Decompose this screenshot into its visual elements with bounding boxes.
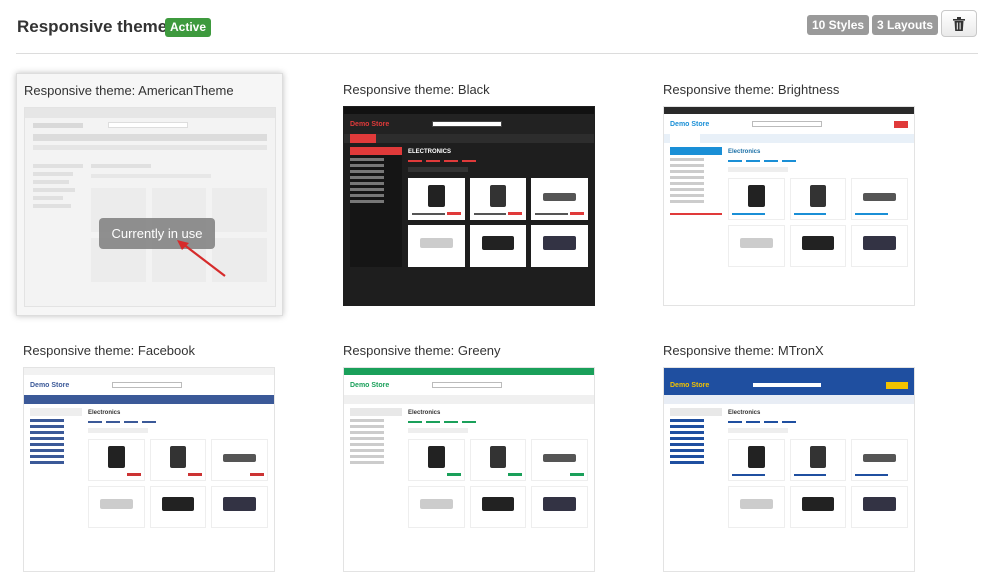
theme-card-greeny[interactable]: Responsive theme: Greeny Demo Store Elec… (336, 334, 603, 577)
theme-card-black[interactable]: Responsive theme: Black Demo Store ELECT… (336, 73, 603, 316)
trash-icon (953, 16, 965, 31)
preview-section-title: ELECTRONICS (408, 149, 452, 155)
theme-card-label: Responsive theme: Black (343, 82, 490, 97)
theme-card-label: Responsive theme: Facebook (23, 343, 195, 358)
pointer-arrow-icon (177, 240, 226, 277)
active-status-badge: Active (165, 18, 212, 37)
header-divider (16, 53, 978, 54)
theme-card-label: Responsive theme: AmericanTheme (24, 83, 234, 98)
theme-preview-greeny[interactable]: Demo Store Electronics (343, 367, 595, 572)
theme-preview-brightness[interactable]: Demo Store Electronics (663, 106, 915, 306)
theme-card-mtronx[interactable]: Responsive theme: MTronX Demo Store Elec… (656, 334, 923, 577)
preview-section-title: Electronics (728, 149, 761, 155)
theme-card-label: Responsive theme: MTronX (663, 343, 824, 358)
styles-count-badge[interactable]: 10 Styles (807, 15, 870, 35)
theme-preview-americantheme[interactable]: Currently in use (24, 107, 276, 307)
store-logo: Demo Store (350, 381, 390, 389)
theme-preview-black[interactable]: Demo Store ELECTRONICS (343, 106, 595, 306)
theme-card-label: Responsive theme: Brightness (663, 82, 840, 97)
theme-card-facebook[interactable]: Responsive theme: Facebook Demo Store El… (16, 334, 283, 577)
store-logo: Demo Store (670, 120, 710, 128)
layouts-count-badge[interactable]: 3 Layouts (872, 15, 939, 35)
theme-header: Responsive theme Active 10 Styles 3 Layo… (17, 10, 977, 54)
theme-card-label: Responsive theme: Greeny (343, 343, 501, 358)
theme-card-americantheme[interactable]: Responsive theme: AmericanTheme Currentl… (16, 73, 283, 316)
store-logo: Demo Store (350, 120, 390, 128)
page-title: Responsive theme (17, 17, 168, 36)
preview-section-title: Electronics (88, 410, 121, 416)
delete-theme-button[interactable] (941, 10, 977, 37)
preview-section-title: Electronics (728, 410, 761, 416)
store-logo: Demo Store (670, 381, 710, 389)
theme-preview-facebook[interactable]: Demo Store Electronics (23, 367, 275, 572)
store-logo: Demo Store (30, 381, 70, 389)
theme-preview-mtronx[interactable]: Demo Store Electronics (663, 367, 915, 572)
theme-card-brightness[interactable]: Responsive theme: Brightness Demo Store … (656, 73, 923, 316)
preview-section-title: Electronics (408, 410, 441, 416)
